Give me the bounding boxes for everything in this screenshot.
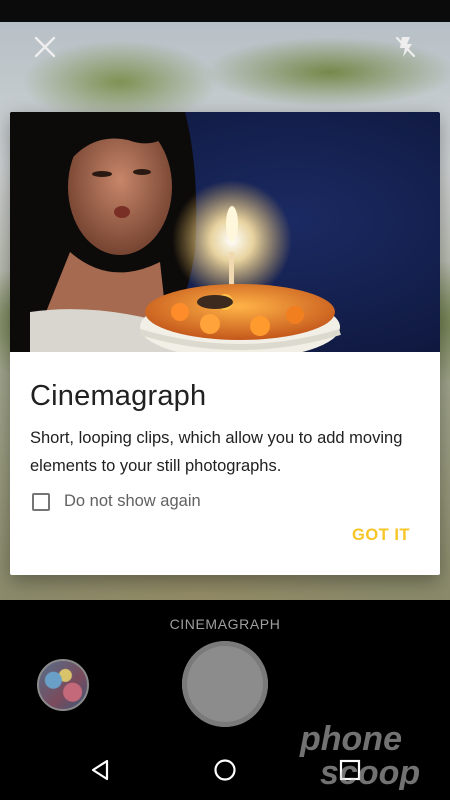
flash-off-icon bbox=[395, 36, 416, 58]
svg-text:scoop: scoop bbox=[320, 754, 420, 790]
close-icon bbox=[34, 36, 56, 58]
do-not-show-again-label: Do not show again bbox=[64, 492, 201, 510]
status-bar bbox=[0, 0, 450, 22]
phonescoop-watermark: phone scoop bbox=[299, 720, 420, 790]
cinemagraph-dialog: Cinemagraph Short, looping clips, which … bbox=[10, 112, 440, 575]
do-not-show-again-row[interactable]: Do not show again bbox=[32, 492, 201, 511]
back-icon bbox=[91, 759, 109, 781]
dialog-title: Cinemagraph bbox=[30, 380, 207, 412]
do-not-show-again-checkbox[interactable] bbox=[32, 492, 50, 511]
shutter-button[interactable] bbox=[182, 641, 268, 727]
home-icon bbox=[214, 759, 236, 781]
dialog-description: Short, looping clips, which allow you to… bbox=[30, 429, 403, 475]
svg-text:phone: phone bbox=[299, 720, 402, 758]
camera-mode-label[interactable]: CINEMAGRAPH bbox=[0, 616, 450, 632]
back-button[interactable] bbox=[80, 754, 120, 786]
got-it-button[interactable]: GOT IT bbox=[352, 526, 410, 545]
flash-toggle-button[interactable] bbox=[388, 30, 422, 64]
close-button[interactable] bbox=[28, 30, 62, 64]
home-button[interactable] bbox=[205, 754, 245, 786]
cinemagraph-preview-image bbox=[10, 112, 440, 352]
gallery-thumbnail[interactable] bbox=[37, 659, 89, 711]
